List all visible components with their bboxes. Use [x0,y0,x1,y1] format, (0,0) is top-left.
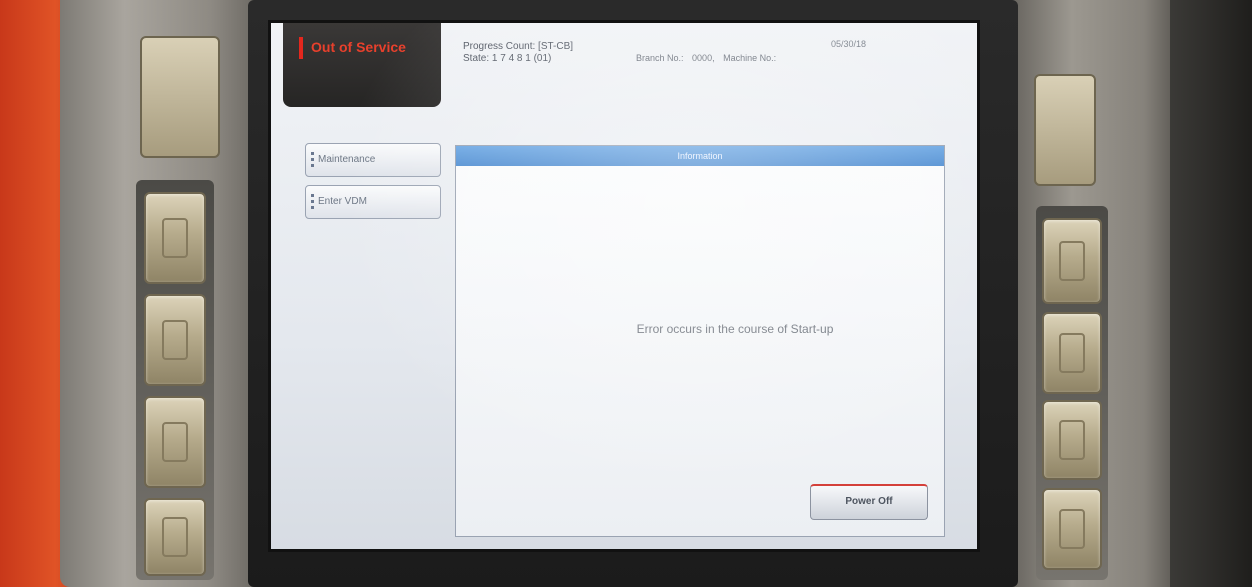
key-arrow-icon [1059,420,1085,460]
grip-icon [311,152,314,168]
status-label: Out of Service [311,39,406,55]
right-function-key-1[interactable] [1042,218,1102,304]
status-indicator [299,37,303,59]
key-arrow-icon [1059,333,1085,373]
sidebar-item-enter-vdm[interactable]: Enter VDM [305,185,441,219]
key-arrow-icon [162,320,188,360]
branch-value: 0000, [692,53,715,63]
right-function-key-2[interactable] [1042,312,1102,394]
branch-label: Branch No.: [636,53,684,63]
key-arrow-icon [162,218,188,258]
right-function-key-3[interactable] [1042,400,1102,480]
power-off-button[interactable]: Power Off [810,484,928,520]
error-message: Error occurs in the course of Start-up [636,322,834,336]
sidebar-item-maintenance[interactable]: Maintenance [305,143,441,177]
right-blank-plate [1034,74,1096,186]
grip-icon [311,194,314,210]
header-machine-info: Branch No.: 0000, Machine No.: [636,53,782,63]
key-arrow-icon [162,422,188,462]
left-function-key-3[interactable] [144,396,206,488]
left-function-key-2[interactable] [144,294,206,386]
right-function-key-4[interactable] [1042,488,1102,570]
left-function-key-4[interactable] [144,498,206,576]
key-arrow-icon [162,517,188,557]
key-arrow-icon [1059,509,1085,549]
sidebar-item-label: Enter VDM [318,196,367,207]
information-panel: Information Error occurs in the course o… [455,145,945,537]
left-function-key-1[interactable] [144,192,206,284]
atm-screen: Out of Service Progress Count: [ST-CB] S… [268,20,980,552]
state-text: State: 1 7 4 8 1 (01) [463,53,552,64]
left-blank-plate [140,36,220,158]
housing-right-edge [1170,0,1252,587]
progress-count: Progress Count: [ST-CB] [463,41,574,52]
machine-label: Machine No.: [723,53,777,63]
sidebar-item-label: Maintenance [318,154,376,165]
panel-title: Information [456,146,944,166]
header-progress: Progress Count: [ST-CB] State: 1 7 4 8 1… [463,41,573,65]
header-datetime: 05/30/18 [831,39,867,49]
status-tab: Out of Service [283,23,441,107]
key-arrow-icon [1059,241,1085,281]
